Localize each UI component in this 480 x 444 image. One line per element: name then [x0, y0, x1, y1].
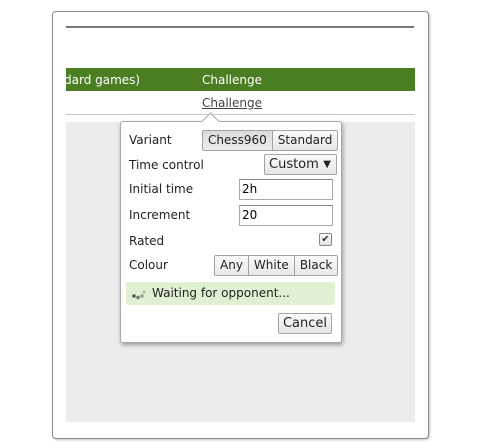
table-row: Challenge — [66, 91, 415, 115]
waiting-status: Waiting for opponent... — [126, 282, 335, 305]
variant-standard-button[interactable]: Standard — [271, 130, 339, 151]
variant-toggle: Chess960 Standard — [202, 130, 339, 151]
table-header: dard games) Challenge — [64, 68, 415, 91]
challenge-link[interactable]: Challenge — [202, 96, 262, 110]
initial-time-label: Initial time — [129, 182, 194, 196]
time-control-value: Custom — [269, 157, 319, 172]
colour-any-button[interactable]: Any — [214, 255, 249, 276]
colour-toggle: Any White Black — [214, 255, 339, 276]
variant-chess960-button[interactable]: Chess960 — [202, 130, 273, 151]
colour-black-button[interactable]: Black — [293, 255, 339, 276]
rated-checkbox[interactable]: ✔ — [319, 233, 332, 246]
increment-input[interactable] — [239, 205, 333, 226]
time-control-label: Time control — [129, 158, 204, 172]
rated-label: Rated — [129, 234, 165, 248]
colour-label: Colour — [129, 258, 168, 272]
increment-label: Increment — [129, 208, 191, 222]
waiting-text: Waiting for opponent... — [152, 286, 290, 300]
divider — [66, 26, 414, 28]
dropdown-arrow-icon: ▼ — [323, 159, 331, 170]
header-games-column: dard games) — [64, 73, 141, 87]
cancel-button[interactable]: Cancel — [278, 313, 332, 334]
initial-time-input[interactable] — [239, 179, 333, 200]
colour-white-button[interactable]: White — [247, 255, 295, 276]
header-challenge-column: Challenge — [202, 73, 262, 87]
time-control-select[interactable]: Custom ▼ — [264, 154, 337, 175]
challenge-popup: Variant Chess960 Standard Time control C… — [120, 112, 342, 343]
variant-label: Variant — [129, 133, 172, 147]
spinner-icon — [132, 290, 146, 300]
